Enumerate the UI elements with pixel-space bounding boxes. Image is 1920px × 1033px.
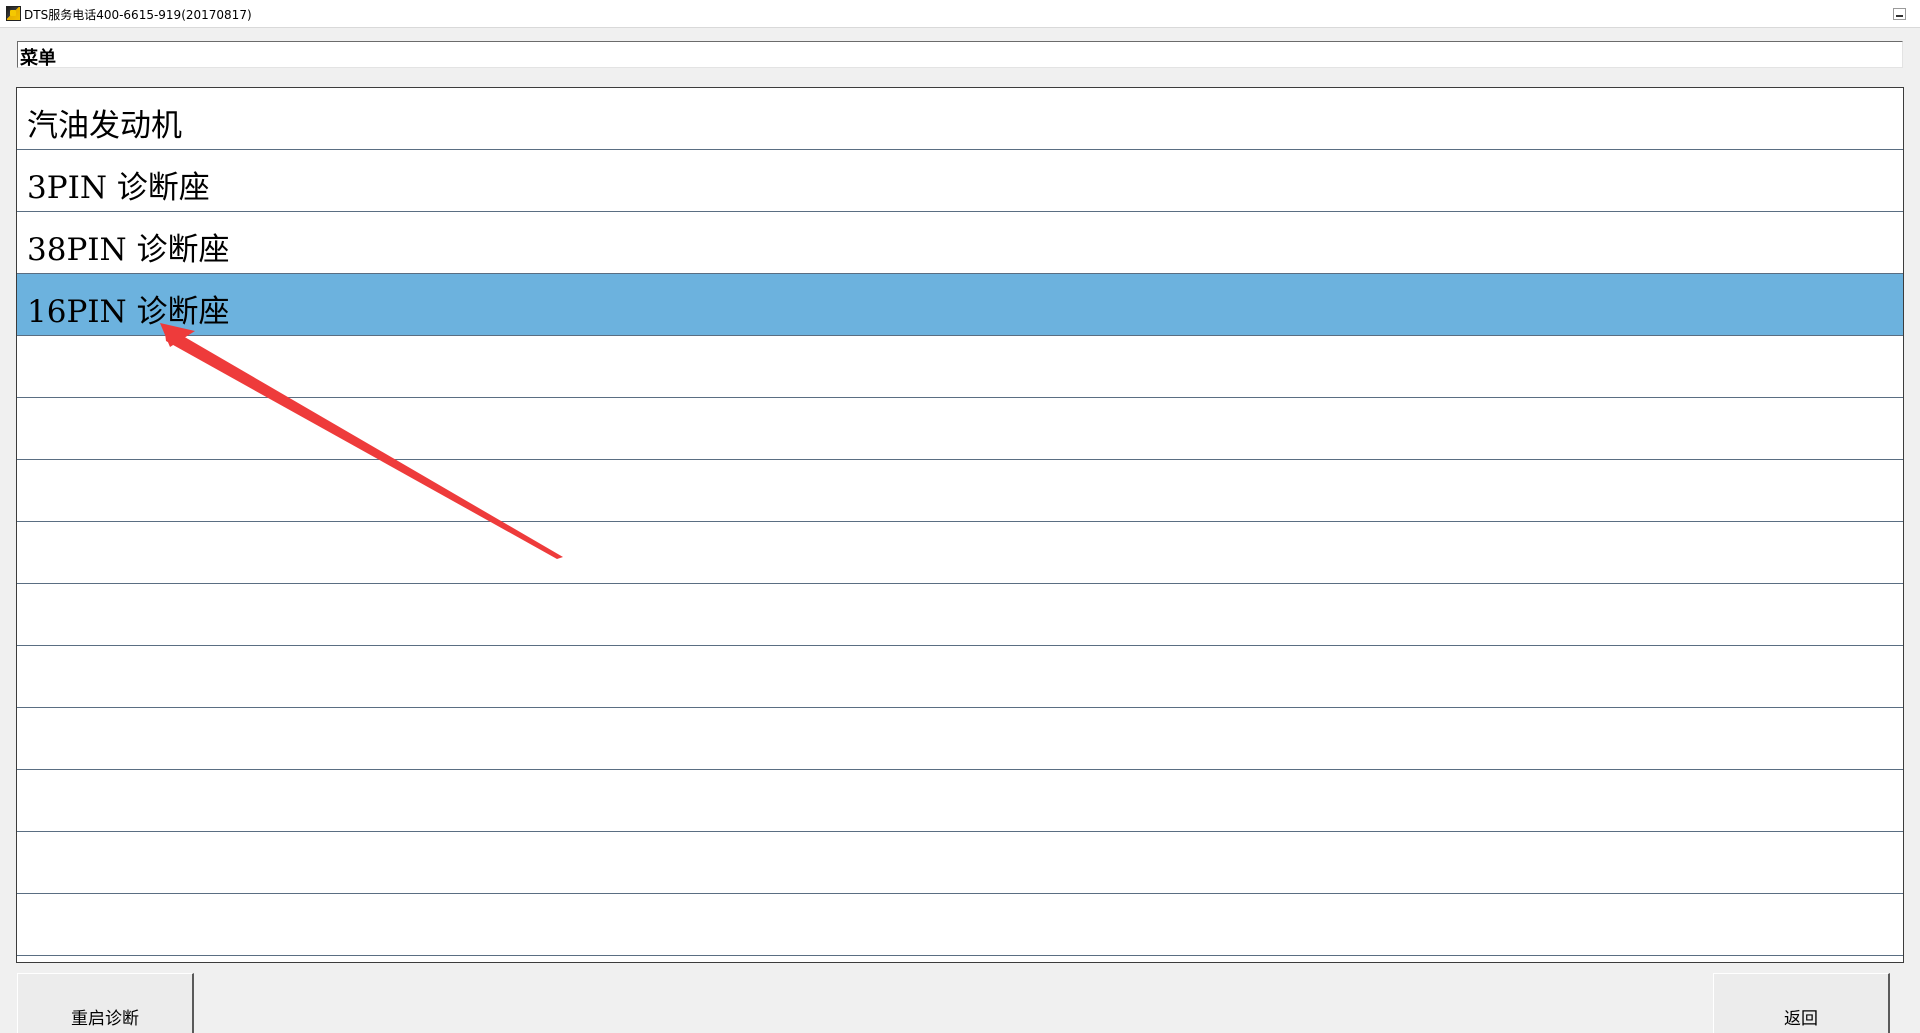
menu-item-empty[interactable] bbox=[17, 708, 1903, 770]
menu-header-field: 菜单 bbox=[17, 41, 1903, 69]
menu-item-empty[interactable] bbox=[17, 398, 1903, 460]
menu-item-empty[interactable] bbox=[17, 894, 1903, 956]
menu-item-empty[interactable] bbox=[17, 646, 1903, 708]
window-title: DTS服务电话400-6615-919(20170817) bbox=[24, 8, 252, 22]
menu-item-empty[interactable] bbox=[17, 522, 1903, 584]
menu-header-label: 菜单 bbox=[20, 48, 56, 69]
minimize-button[interactable] bbox=[1893, 8, 1906, 20]
back-label: 返回 bbox=[1784, 1009, 1818, 1029]
menu-item-selected[interactable]: 16PIN 诊断座 bbox=[17, 274, 1903, 336]
menu-item-label: 38PIN 诊断座 bbox=[27, 232, 230, 268]
app-window: DTS服务电话400-6615-919(20170817) 菜单 汽油发动机 3… bbox=[0, 0, 1920, 1033]
restart-diagnosis-label: 重启诊断 bbox=[71, 1009, 139, 1029]
menu-item-label: 汽油发动机 bbox=[27, 108, 182, 144]
menu-item-label: 16PIN 诊断座 bbox=[27, 294, 230, 330]
app-logo-icon bbox=[6, 6, 21, 21]
menu-item-empty[interactable] bbox=[17, 584, 1903, 646]
menu-item-empty[interactable] bbox=[17, 832, 1903, 894]
menu-item[interactable]: 38PIN 诊断座 bbox=[17, 212, 1903, 274]
restart-diagnosis-button[interactable]: 重启诊断 bbox=[17, 973, 194, 1033]
menu-item-empty[interactable] bbox=[17, 460, 1903, 522]
menu-item[interactable]: 汽油发动机 bbox=[17, 88, 1903, 150]
menu-list: 汽油发动机 3PIN 诊断座 38PIN 诊断座 16PIN 诊断座 bbox=[16, 87, 1904, 963]
menu-item-empty[interactable] bbox=[17, 336, 1903, 398]
title-bar: DTS服务电话400-6615-919(20170817) bbox=[0, 0, 1920, 28]
menu-item-empty[interactable] bbox=[17, 770, 1903, 832]
menu-item[interactable]: 3PIN 诊断座 bbox=[17, 150, 1903, 212]
menu-item-label: 3PIN 诊断座 bbox=[27, 170, 210, 206]
back-button[interactable]: 返回 bbox=[1713, 973, 1890, 1033]
